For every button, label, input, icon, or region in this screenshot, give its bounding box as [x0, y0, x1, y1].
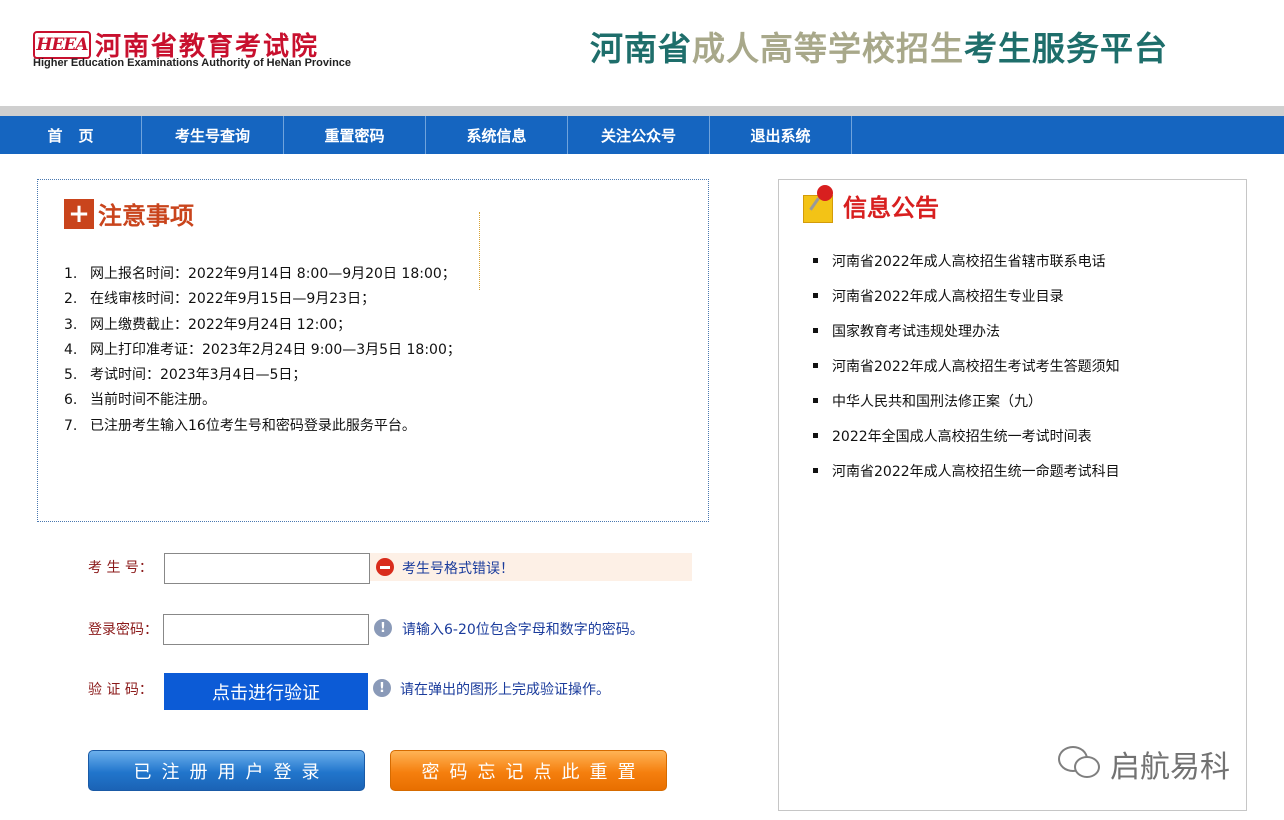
exam-number-label: 考 生 号： [88, 560, 153, 576]
bullet-icon [813, 292, 818, 298]
password-label: 登录密码： [88, 622, 158, 638]
notice-item-text: 考试时间：2023年3月4日—5日； [90, 367, 307, 384]
notice-list: 1. 网上报名时间：2022年9月14日 8:00—9月20日 18:00； 2.… [64, 262, 461, 439]
bullet-icon [813, 432, 818, 438]
platform-title: 河南省成人高等学校招生考生服务平台 [590, 22, 1168, 70]
notice-item-text: 网上报名时间：2022年9月14日 8:00—9月20日 18:00； [90, 266, 456, 282]
announcement-link[interactable]: 河南省2022年成人高校招生考试考生答题须知 [813, 350, 1120, 385]
forgot-password-button[interactable]: 密码忘记点此重置 [390, 750, 667, 791]
header-divider [0, 106, 1284, 116]
notice-item-number: 5. [64, 367, 78, 384]
pushpin-note-icon [801, 185, 837, 225]
announcement-link-text: 2022年全国成人高校招生统一考试时间表 [832, 429, 1092, 445]
announcement-link-text: 河南省2022年成人高校招生省辖市联系电话 [832, 254, 1106, 270]
password-input[interactable] [163, 614, 369, 645]
notice-item-text: 当前时间不能注册。 [90, 392, 216, 409]
announcement-link-text: 河南省2022年成人高校招生专业目录 [832, 289, 1064, 305]
info-icon: ! [374, 619, 392, 637]
watermark-text: 启航易科 [1110, 750, 1230, 785]
notice-item-text: 网上打印准考证：2023年2月24日 9:00—3月5日 18:00； [90, 341, 461, 358]
logo-badge: HEEA [33, 30, 91, 59]
announcement-title: 信息公告 [843, 193, 939, 222]
captcha-hint: 请在弹出的图形上完成验证操作。 [400, 682, 610, 698]
notice-item-number: 4. [64, 341, 78, 358]
announcement-link[interactable]: 河南省2022年成人高校招生省辖市联系电话 [813, 245, 1120, 280]
bullet-icon [813, 362, 818, 368]
exam-number-input[interactable] [164, 553, 370, 584]
platform-title-part1: 河南省 [590, 29, 692, 68]
announcement-link[interactable]: 国家教育考试违规处理办法 [813, 315, 1120, 350]
notice-divider [479, 212, 480, 290]
notice-item: 4. 网上打印准考证：2023年2月24日 9:00—3月5日 18:00； [64, 338, 461, 363]
notice-item-text: 已注册考生输入16位考生号和密码登录此服务平台。 [90, 417, 416, 434]
exam-number-error: 考生号格式错误！ [370, 553, 692, 581]
announcement-link[interactable]: 中华人民共和国刑法修正案（九） [813, 385, 1120, 420]
notice-title: 注意事项 [98, 202, 194, 230]
announcement-link[interactable]: 河南省2022年成人高校招生专业目录 [813, 280, 1120, 315]
announcement-list: 河南省2022年成人高校招生省辖市联系电话 河南省2022年成人高校招生专业目录… [813, 245, 1120, 490]
wechat-icon [1058, 744, 1104, 784]
page-header: HEEA 河南省教育考试院 Higher Education Examinati… [0, 0, 1284, 106]
bullet-icon [813, 257, 818, 263]
announcement-link-text: 国家教育考试违规处理办法 [832, 324, 1000, 340]
announcement-header: 信息公告 [801, 185, 939, 225]
notice-item: 7. 已注册考生输入16位考生号和密码登录此服务平台。 [64, 414, 461, 439]
bullet-icon [813, 327, 818, 333]
notice-item-number: 3. [64, 316, 78, 333]
nav-logout[interactable]: 退出系统 [710, 116, 852, 154]
nav-home[interactable]: 首页 [0, 116, 142, 154]
notice-header: + 注意事项 [64, 196, 194, 231]
notice-item-text: 网上缴费截止：2022年9月24日 12:00； [90, 316, 352, 333]
main-nav: 首页 考生号查询 重置密码 系统信息 关注公众号 退出系统 [0, 116, 1284, 154]
announcement-link-text: 中华人民共和国刑法修正案（九） [832, 394, 1042, 410]
announcement-link-text: 河南省2022年成人高校招生统一命题考试科目 [832, 464, 1120, 480]
notice-item-number: 1. [64, 266, 78, 282]
notice-item: 3. 网上缴费截止：2022年9月24日 12:00； [64, 313, 461, 338]
captcha-verify-button[interactable]: 点击进行验证 [164, 673, 368, 710]
notice-item: 6. 当前时间不能注册。 [64, 388, 461, 413]
notice-item-text: 在线审核时间：2022年9月15日—9月23日； [90, 291, 376, 308]
notice-item-number: 7. [64, 417, 78, 434]
notice-item: 2. 在线审核时间：2022年9月15日—9月23日； [64, 287, 461, 312]
captcha-label: 验 证 码： [88, 682, 153, 698]
exam-number-error-text: 考生号格式错误！ [402, 561, 514, 577]
nav-reset-password[interactable]: 重置密码 [284, 116, 426, 154]
notice-item-number: 6. [64, 392, 78, 409]
announcement-link[interactable]: 河南省2022年成人高校招生统一命题考试科目 [813, 455, 1120, 490]
nav-system-info[interactable]: 系统信息 [426, 116, 568, 154]
announcement-link[interactable]: 2022年全国成人高校招生统一考试时间表 [813, 420, 1120, 455]
logo-english-name: Higher Education Examinations Authority … [33, 57, 352, 69]
bullet-icon [813, 467, 818, 473]
nav-exam-number-lookup[interactable]: 考生号查询 [142, 116, 284, 154]
login-button[interactable]: 已注册用户登录 [88, 750, 365, 791]
notice-panel: + 注意事项 1. 网上报名时间：2022年9月14日 8:00—9月20日 18… [37, 179, 709, 522]
bullet-icon [813, 397, 818, 403]
plus-icon: + [64, 198, 94, 229]
platform-title-part2: 成人高等学校招生 [692, 29, 964, 68]
announcement-panel: 信息公告 河南省2022年成人高校招生省辖市联系电话 河南省2022年成人高校招… [778, 179, 1247, 811]
info-icon: ! [373, 679, 391, 697]
announcement-link-text: 河南省2022年成人高校招生考试考生答题须知 [832, 359, 1120, 375]
notice-item-number: 2. [64, 291, 78, 308]
watermark: 启航易科 [1058, 742, 1230, 786]
password-hint: 请输入6-20位包含字母和数字的密码。 [402, 622, 644, 638]
platform-title-part3: 考生服务平台 [964, 29, 1168, 68]
notice-item: 5. 考试时间：2023年3月4日—5日； [64, 363, 461, 388]
notice-item: 1. 网上报名时间：2022年9月14日 8:00—9月20日 18:00； [64, 262, 461, 287]
nav-follow-account[interactable]: 关注公众号 [568, 116, 710, 154]
error-icon [376, 558, 394, 576]
